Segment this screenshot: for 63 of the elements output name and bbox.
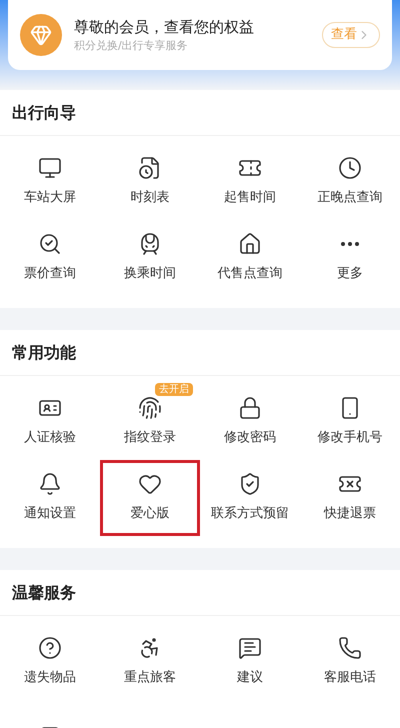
member-card[interactable]: 尊敬的会员，查看您的权益 积分兑换/出行专享服务 查看 — [8, 0, 392, 70]
menu-item[interactable]: 联系方式预留 — [200, 460, 300, 536]
item-label: 指纹登录 — [124, 429, 176, 448]
menu-item[interactable]: 人证核验 — [0, 384, 100, 460]
menu-item[interactable]: 通知设置 — [0, 460, 100, 536]
menu-item[interactable]: 换乘时间 — [100, 220, 200, 296]
menu-item[interactable]: 修改手机号 — [300, 384, 400, 460]
train-icon — [138, 232, 162, 256]
menu-item[interactable]: 车站大屏 — [0, 144, 100, 220]
item-label: 通知设置 — [24, 505, 76, 524]
clock-icon — [338, 156, 362, 180]
gem-icon — [20, 14, 62, 56]
menu-item[interactable]: 遗失物品 — [0, 624, 100, 700]
menu-item[interactable]: 正晚点查询 — [300, 144, 400, 220]
message-icon — [238, 636, 262, 660]
help-icon — [38, 636, 62, 660]
menu-item[interactable]: 修改密码 — [200, 384, 300, 460]
item-label: 快捷退票 — [324, 505, 376, 524]
menu-item[interactable]: 时刻表 — [100, 144, 200, 220]
item-label: 时刻表 — [130, 189, 170, 208]
bell-icon — [38, 472, 62, 496]
item-label: 联系方式预留 — [211, 505, 289, 524]
menu-item[interactable]: 起售时间 — [200, 144, 300, 220]
phone-call-icon — [338, 636, 362, 660]
item-label: 重点旅客 — [124, 669, 176, 688]
menu-item[interactable]: 建议 — [200, 624, 300, 700]
menu-item[interactable]: 快捷退票 — [300, 460, 400, 536]
item-label: 建议 — [237, 669, 263, 688]
section-title: 出行向导 — [12, 102, 76, 124]
item-label: 换乘时间 — [124, 265, 176, 284]
monitor-icon — [38, 156, 62, 180]
item-label: 更多 — [337, 265, 363, 284]
status-badge: 去开启 — [155, 383, 193, 396]
member-title: 尊敬的会员，查看您的权益 — [74, 16, 255, 38]
menu-item[interactable]: 客服电话 — [300, 624, 400, 700]
menu-item[interactable]: 更多 — [300, 220, 400, 296]
heart-icon — [138, 472, 162, 496]
item-label: 车站大屏 — [24, 189, 76, 208]
more-icon — [341, 242, 359, 246]
menu-item[interactable]: 票价查询 — [0, 220, 100, 296]
lock-icon — [238, 396, 262, 420]
member-subtitle: 积分兑换/出行专享服务 — [74, 38, 189, 54]
menu-item[interactable]: 重点旅客 — [100, 624, 200, 700]
fingerprint-icon — [138, 396, 162, 420]
item-label: 起售时间 — [224, 189, 276, 208]
section-title: 温馨服务 — [12, 582, 76, 604]
menu-item[interactable]: 爱心版 — [100, 460, 200, 536]
item-label: 正晚点查询 — [318, 189, 382, 208]
item-label: 票价查询 — [24, 265, 76, 284]
item-label: 客服电话 — [324, 669, 376, 688]
shield-icon — [238, 472, 262, 496]
item-label: 代售点查询 — [218, 265, 282, 284]
house-icon — [238, 232, 262, 256]
menu-item[interactable]: 去开启 指纹登录 — [100, 384, 200, 460]
document-clock-icon — [138, 156, 162, 180]
menu-item[interactable]: 代售点查询 — [200, 220, 300, 296]
section-title: 常用功能 — [12, 342, 76, 364]
item-label: 修改密码 — [224, 429, 276, 448]
item-label: 遗失物品 — [24, 669, 76, 688]
item-label: 修改手机号 — [318, 429, 382, 448]
search-icon — [38, 232, 62, 256]
item-label: 爱心版 — [130, 505, 170, 524]
item-label: 人证核验 — [24, 429, 76, 448]
